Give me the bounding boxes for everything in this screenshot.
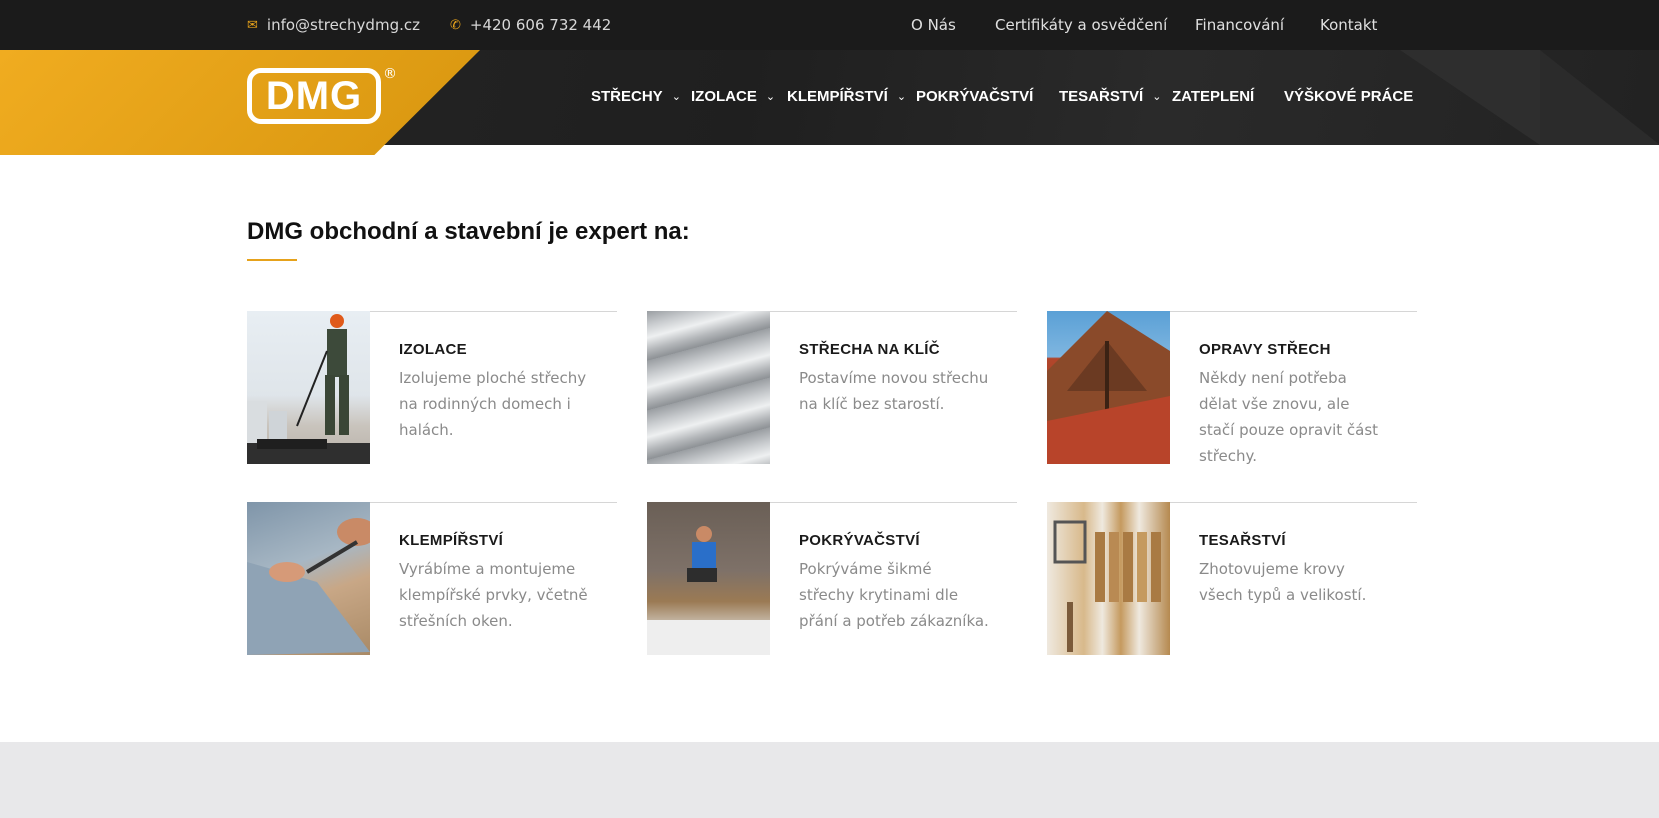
nav-item-pokryvacstvi[interactable]: POKRÝVAČSTVÍ [916,88,1033,105]
chevron-down-icon: ⌄ [1152,91,1162,103]
service-image-pokryvacstvi [647,502,770,655]
nav-item-izolace[interactable]: IZOLACE ⌄ [691,88,775,105]
card-divider [370,311,617,312]
nav-item-label: POKRÝVAČSTVÍ [916,88,1034,105]
nav-item-label: KLEMPÍŘSTVÍ [787,88,888,105]
email-link[interactable]: info@strechydmg.cz [267,16,420,34]
chevron-down-icon: ⌄ [896,91,907,103]
service-image-klempirstvi [247,502,370,655]
nav-item-label: STŘECHY [591,88,663,105]
service-card-pokryvacstvi[interactable]: POKRÝVAČSTVÍ Pokrýváme šikmé střechy kry… [647,502,1017,656]
logo-registered-mark: ® [383,66,397,82]
card-divider [770,311,1017,312]
sheet-metal-illustration [247,518,370,655]
heading-underline [247,259,297,261]
nav-item-tesarstvi[interactable]: TESAŘSTVÍ ⌄ [1059,88,1161,105]
roof-illustration [1047,311,1170,464]
service-title[interactable]: TESAŘSTVÍ [1199,532,1286,549]
chevron-down-icon: ⌄ [765,91,776,103]
service-image-strecha-na-klic [647,311,770,464]
roofer-illustration [647,526,770,655]
nav-item-klempirstvi[interactable]: KLEMPÍŘSTVÍ ⌄ [787,88,906,105]
header-decor [1540,50,1659,145]
envelope-icon: ✉ [247,17,258,33]
nav-item-label: ZATEPLENÍ [1172,88,1255,105]
card-divider [770,502,1017,503]
service-card-opravy-strech[interactable]: OPRAVY STŘECH Někdy není potřeba dělat v… [1047,311,1417,465]
service-description: Zhotovujeme krovy všech typů a velikostí… [1199,560,1367,604]
worker-illustration [247,314,370,464]
service-image-tesarstvi [1047,502,1170,655]
service-description: Pokrýváme šikmé střechy krytinami dle př… [799,560,989,630]
top-link-certifikaty[interactable]: Certifikáty a osvědčení [995,16,1167,34]
service-image-izolace [247,311,370,464]
nav-item-label: TESAŘSTVÍ [1059,88,1144,105]
service-card-izolace[interactable]: IZOLACE Izolujeme ploché střechy na rodi… [247,311,617,465]
service-title[interactable]: POKRÝVAČSTVÍ [799,532,920,549]
service-title[interactable]: STŘECHA NA KLÍČ [799,341,940,358]
service-card-klempirstvi[interactable]: KLEMPÍŘSTVÍ Vyrábíme a montujeme klempíř… [247,502,617,656]
email-contact[interactable]: ✉ info@strechydmg.cz [247,16,420,34]
top-link-kontakt[interactable]: Kontakt [1320,16,1377,34]
service-image-opravy-strech [1047,311,1170,464]
card-divider [370,502,617,503]
phone-icon: ✆ [450,17,461,33]
nav-item-zatepleni[interactable]: ZATEPLENÍ [1172,88,1254,105]
service-description: Postavíme novou střechu na klíč bez star… [799,369,989,413]
service-description: Izolujeme ploché střechy na rodinných do… [399,369,587,439]
nav-item-label: IZOLACE [691,88,757,105]
service-card-tesarstvi[interactable]: TESAŘSTVÍ Zhotovujeme krovy všech typů a… [1047,502,1417,656]
phone-contact[interactable]: ✆ +420 606 732 442 [450,16,611,34]
service-title[interactable]: IZOLACE [399,341,467,358]
top-bar: ✉ info@strechydmg.cz ✆ +420 606 732 442 … [0,0,1659,50]
service-description: Někdy není potřeba dělat vše znovu, ale … [1199,369,1379,465]
service-title[interactable]: OPRAVY STŘECH [1199,341,1331,358]
logo[interactable]: DMG [247,68,381,124]
phone-link[interactable]: +420 606 732 442 [470,16,611,34]
card-divider [1170,311,1417,312]
footer-band [0,742,1659,818]
tools-illustration [1053,520,1161,652]
page-title: DMG obchodní a stavební je expert na: [247,218,690,245]
service-title[interactable]: KLEMPÍŘSTVÍ [399,532,503,549]
chevron-down-icon: ⌄ [671,91,681,103]
top-link-financovani[interactable]: Financování [1195,16,1284,34]
card-divider [1170,502,1417,503]
nav-item-label: VÝŠKOVÉ PRÁCE [1284,88,1414,105]
nav-item-strechy[interactable]: STŘECHY ⌄ [591,88,681,105]
top-link-o-nas[interactable]: O Nás [911,16,956,34]
header-decor [1400,50,1540,145]
nav-item-vyskove-prace[interactable]: VÝŠKOVÉ PRÁCE [1284,88,1413,105]
service-card-strecha-na-klic[interactable]: STŘECHA NA KLÍČ Postavíme novou střechu … [647,311,1017,465]
service-description: Vyrábíme a montujeme klempířské prvky, v… [399,560,588,630]
